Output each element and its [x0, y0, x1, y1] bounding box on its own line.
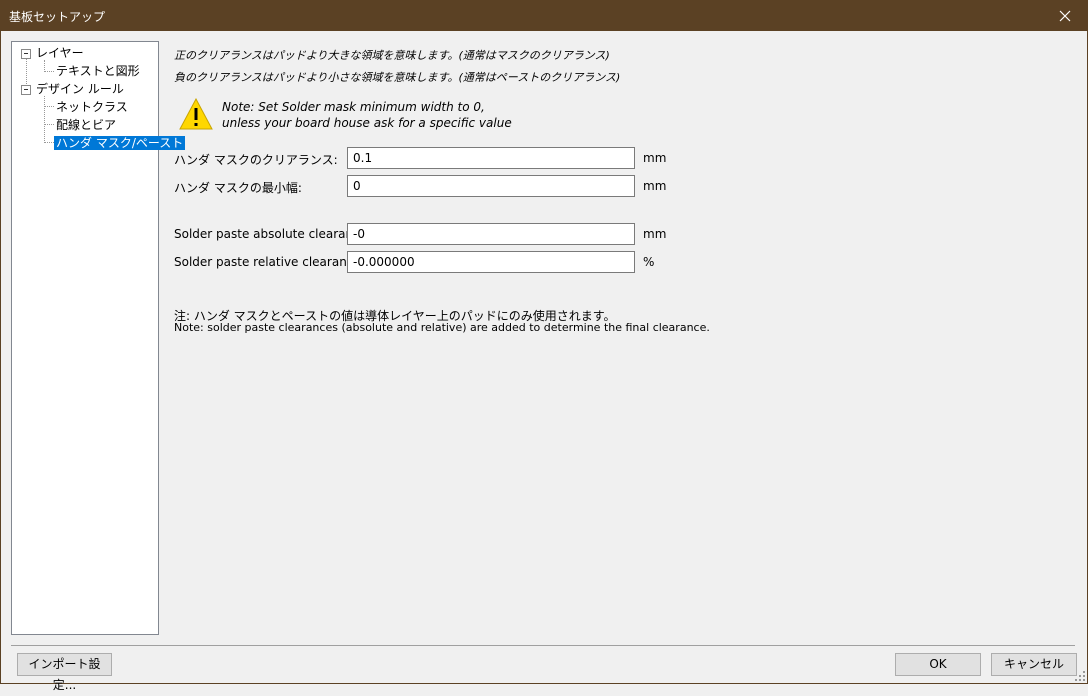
solder-mask-clearance-input[interactable]: 0.1 — [347, 147, 635, 169]
tree-connector — [44, 96, 45, 143]
tree-item-label: 配線とビア — [56, 118, 117, 132]
tree-item-net-classes[interactable]: ネットクラス — [56, 99, 128, 115]
tree-item-text-and-graphics[interactable]: テキストと図形 — [56, 63, 140, 79]
tree-connector — [44, 71, 54, 72]
paste-relative-clearance-label: Solder paste relative clearance: — [174, 255, 365, 269]
paste-relative-clearance-input[interactable]: -0.000000 — [347, 251, 635, 273]
settings-tree[interactable]: レイヤー テキストと図形 デザイン ルール ネットクラス 配線とビア ハンダ マ… — [11, 41, 186, 635]
close-button[interactable] — [1042, 0, 1088, 31]
tree-item-label: レイヤー — [36, 46, 84, 60]
solder-mask-clearance-label: ハンダ マスクのクリアランス: — [174, 153, 338, 167]
tree-connector — [44, 106, 54, 107]
tree-item-design-rules[interactable]: デザイン ルール — [36, 81, 124, 97]
paste-absolute-clearance-label: Solder paste absolute clearance: — [174, 227, 372, 241]
import-settings-button[interactable]: インポート設定... — [17, 653, 112, 692]
tree-item-label: デザイン ルール — [36, 82, 124, 96]
tree-connector — [44, 124, 54, 125]
paste-absolute-clearance-input[interactable]: -0 — [347, 223, 635, 245]
hint-positive-clearance: 正のクリアランスはパッドより大きな領域を意味します。(通常はマスクのクリアランス… — [174, 49, 610, 62]
collapse-icon[interactable] — [21, 49, 31, 59]
unit-label: mm — [643, 151, 667, 165]
note-line-1: Note: Set Solder mask minimum width to 0… — [222, 100, 485, 114]
window-border-left — [0, 31, 1, 684]
footnote-2: Note: solder paste clearances (absolute … — [174, 321, 710, 334]
tree-item-layers[interactable]: レイヤー — [36, 45, 84, 61]
window-title: 基板セットアップ — [9, 10, 106, 24]
warning-icon — [179, 98, 213, 130]
collapse-icon[interactable] — [21, 85, 31, 95]
tree-connector — [44, 142, 54, 143]
tree-item-solder-mask-paste[interactable]: ハンダ マスク/ペースト — [54, 135, 186, 151]
tree-item-label: ハンダ マスク/ペースト — [54, 136, 186, 150]
note-line-2: unless your board house ask for a specif… — [222, 116, 512, 130]
tree-item-label: テキストと図形 — [56, 64, 140, 78]
hint-negative-clearance: 負のクリアランスはパッドより小さな領域を意味します。(通常はペーストのクリアラン… — [174, 71, 621, 84]
solder-mask-min-width-label: ハンダ マスクの最小幅: — [174, 181, 302, 195]
unit-label: mm — [643, 227, 667, 241]
unit-label: % — [643, 255, 655, 269]
footer-separator — [11, 645, 1075, 646]
ok-button[interactable]: OK — [895, 653, 981, 676]
solder-mask-min-width-input[interactable]: 0 — [347, 175, 635, 197]
title-bar: 基板セットアップ — [0, 0, 1088, 31]
tree-item-label: ネットクラス — [56, 100, 128, 114]
close-icon — [1059, 10, 1071, 21]
resize-grip-icon[interactable] — [1075, 671, 1085, 681]
unit-label: mm — [643, 179, 667, 193]
cancel-button[interactable]: キャンセル — [991, 653, 1077, 676]
tree-item-tracks-and-vias[interactable]: 配線とビア — [56, 117, 116, 133]
